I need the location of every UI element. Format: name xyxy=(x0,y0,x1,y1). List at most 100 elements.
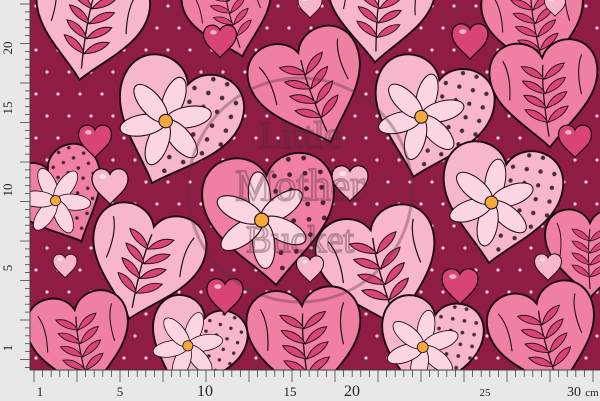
background-dot xyxy=(155,202,159,206)
background-dot xyxy=(78,92,82,96)
background-dot xyxy=(430,48,434,52)
watermark-text-2: Mother xyxy=(235,161,365,210)
background-dot xyxy=(144,312,148,316)
background-dot xyxy=(34,48,38,52)
background-dot xyxy=(45,246,49,250)
background-dot xyxy=(188,48,192,52)
ruler-left-label-15: 15 xyxy=(0,102,15,115)
watermark-text-1: Little xyxy=(259,115,341,157)
background-dot xyxy=(111,158,115,162)
background-dot xyxy=(210,268,214,272)
background-dot xyxy=(419,26,423,30)
background-dot xyxy=(166,4,170,8)
watermark-text-3: Bucket xyxy=(246,219,354,261)
background-dot xyxy=(485,334,489,338)
background-dot xyxy=(364,136,368,140)
background-dot xyxy=(353,114,357,118)
background-dot xyxy=(595,202,599,206)
background-dot xyxy=(485,290,489,294)
ruler-left-label-20: 20 xyxy=(0,42,15,55)
ruler-bottom: 1 5 10 15 20 25 30 cm xyxy=(0,369,600,401)
background-dot xyxy=(518,268,522,272)
background-dot xyxy=(595,334,599,338)
background-dot xyxy=(56,136,60,140)
background-dot xyxy=(133,158,137,162)
background-dot xyxy=(89,246,93,250)
fabric-print-preview: Little Mother Bucket 20 15 10 5 1 1 5 10… xyxy=(0,0,600,401)
ruler-bottom-label-30: 30 xyxy=(567,385,581,400)
background-dot xyxy=(364,92,368,96)
background-dot xyxy=(34,268,38,272)
background-dot xyxy=(276,4,280,8)
background-dot xyxy=(67,114,71,118)
background-dot xyxy=(573,202,577,206)
background-dot xyxy=(111,114,115,118)
background-dot xyxy=(496,356,500,360)
background-dot xyxy=(45,290,49,294)
background-dot xyxy=(419,290,423,294)
background-dot xyxy=(441,290,445,294)
background-dot xyxy=(243,70,247,74)
ruler-bottom-label-5: 5 xyxy=(117,384,124,399)
background-dot xyxy=(474,4,478,8)
background-dot xyxy=(375,114,379,118)
ruler-bottom-unit: cm xyxy=(585,387,599,399)
background-dot xyxy=(375,202,379,206)
ruler-bottom-label-25: 25 xyxy=(480,387,492,399)
background-dot xyxy=(254,136,258,140)
ruler-bottom-label-10: 10 xyxy=(197,383,213,400)
background-dot xyxy=(221,70,225,74)
background-dot xyxy=(463,246,467,250)
background-dot xyxy=(67,246,71,250)
background-dot xyxy=(441,70,445,74)
ruler-left: 20 15 10 5 1 xyxy=(0,0,31,370)
background-dot xyxy=(243,290,247,294)
ruler-left-label-10: 10 xyxy=(0,184,15,197)
background-dot xyxy=(408,48,412,52)
fabric-pattern: Little Mother Bucket 20 15 10 5 1 1 5 10… xyxy=(0,0,600,401)
background-dot xyxy=(529,246,533,250)
background-dot xyxy=(144,180,148,184)
ruler-bottom-label-1: 1 xyxy=(37,384,44,399)
ruler-bottom-label-20: 20 xyxy=(344,383,360,400)
background-dot xyxy=(34,92,38,96)
background-dot xyxy=(375,70,379,74)
background-dot xyxy=(45,70,49,74)
background-dot xyxy=(595,26,599,30)
background-dot xyxy=(342,136,346,140)
background-dot xyxy=(133,334,137,338)
background-dot xyxy=(232,268,236,272)
background-dot xyxy=(529,290,533,294)
background-dot xyxy=(177,26,181,30)
background-dot xyxy=(496,268,500,272)
background-dot xyxy=(144,356,148,360)
background-dot xyxy=(34,136,38,140)
background-dot xyxy=(507,114,511,118)
background-dot xyxy=(397,158,401,162)
background-dot xyxy=(419,202,423,206)
background-dot xyxy=(122,356,126,360)
background-dot xyxy=(155,26,159,30)
background-dot xyxy=(199,290,203,294)
background-dot xyxy=(67,290,71,294)
background-dot xyxy=(56,92,60,96)
background-dot xyxy=(584,180,588,184)
ruler-bottom-label-15: 15 xyxy=(284,384,297,399)
background-dot xyxy=(441,202,445,206)
background-dot xyxy=(100,92,104,96)
background-dot xyxy=(166,180,170,184)
background-dot xyxy=(287,26,291,30)
background-dot xyxy=(144,48,148,52)
background-dot xyxy=(452,224,456,228)
background-dot xyxy=(452,4,456,8)
background-dot xyxy=(89,114,93,118)
background-dot xyxy=(452,48,456,52)
background-dot xyxy=(595,158,599,162)
background-dot xyxy=(430,180,434,184)
background-dot xyxy=(177,202,181,206)
background-dot xyxy=(254,356,258,360)
background-dot xyxy=(364,356,368,360)
background-dot xyxy=(34,356,38,360)
ruler-left-label-1: 1 xyxy=(0,345,15,352)
background-dot xyxy=(375,334,379,338)
